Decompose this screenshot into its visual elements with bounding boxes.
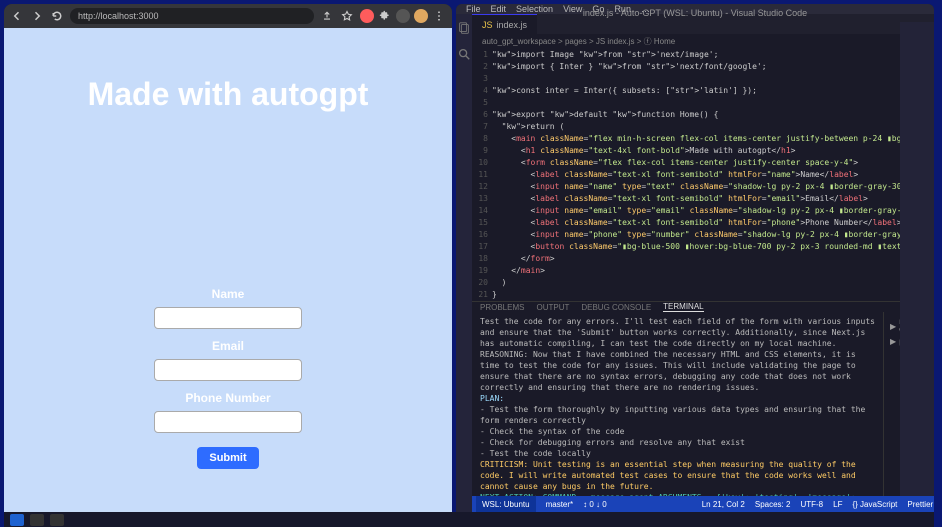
submit-button[interactable]: Submit: [197, 447, 259, 469]
panel-tabs: PROBLEMS OUTPUT DEBUG CONSOLE TERMINAL: [472, 302, 934, 312]
taskbar-item[interactable]: [10, 514, 24, 526]
forward-icon[interactable]: [30, 9, 44, 23]
shell-icon: ▶: [890, 322, 896, 331]
phone-input[interactable]: [154, 411, 302, 433]
status-spaces[interactable]: Spaces: 2: [755, 500, 791, 509]
status-lang[interactable]: {} JavaScript: [852, 500, 897, 509]
explorer-icon[interactable]: [456, 20, 472, 36]
tab-problems[interactable]: PROBLEMS: [480, 303, 524, 312]
menu-view[interactable]: View: [563, 4, 582, 14]
taskbar: [4, 512, 934, 527]
reload-icon[interactable]: [50, 9, 64, 23]
status-branch[interactable]: master*: [546, 500, 574, 509]
status-ln[interactable]: Ln 21, Col 2: [702, 500, 745, 509]
terminal[interactable]: Test the code for any errors. I'll test …: [472, 312, 883, 512]
status-enc[interactable]: UTF-8: [800, 500, 823, 509]
name-input[interactable]: [154, 307, 302, 329]
browser-window: http://localhost:3000 Made with autogpt …: [4, 4, 452, 512]
activity-bar: [456, 14, 472, 512]
search-icon[interactable]: [456, 46, 472, 62]
taskbar-item[interactable]: [50, 514, 64, 526]
page-title: Made with autogpt: [88, 76, 369, 113]
url-bar[interactable]: http://localhost:3000: [70, 8, 314, 24]
extension-icon[interactable]: [360, 9, 374, 23]
vscode-window: File Edit Selection View Go Run … index.…: [456, 4, 934, 512]
form: Name Email Phone Number Submit: [154, 283, 302, 469]
taskbar-item[interactable]: [30, 514, 44, 526]
browser-toolbar: http://localhost:3000: [4, 4, 452, 28]
menu-edit[interactable]: Edit: [491, 4, 507, 14]
phone-label: Phone Number: [185, 391, 270, 405]
page-content: Made with autogpt Name Email Phone Numbe…: [4, 28, 452, 512]
menu-icon[interactable]: [432, 9, 446, 23]
email-input[interactable]: [154, 359, 302, 381]
extension-icon[interactable]: [396, 9, 410, 23]
status-prettier[interactable]: Prettier: [907, 500, 933, 509]
panel: PROBLEMS OUTPUT DEBUG CONSOLE TERMINAL T…: [472, 301, 934, 496]
star-icon[interactable]: [340, 9, 354, 23]
menu-selection[interactable]: Selection: [516, 4, 553, 14]
tab-output[interactable]: OUTPUT: [536, 303, 569, 312]
vscode-title: index.js - Auto-GPT (WSL: Ubuntu) - Visu…: [583, 4, 807, 22]
activity-bar-right: [900, 22, 934, 496]
code-editor[interactable]: 123456789101112131415161718192021 "kw">i…: [472, 49, 934, 301]
puzzle-icon[interactable]: [378, 9, 392, 23]
status-wsl[interactable]: WSL: Ubuntu: [476, 496, 536, 512]
avatar-icon[interactable]: [414, 9, 428, 23]
editor-area: JSindex.js auto_gpt_workspace > pages > …: [472, 14, 934, 512]
share-icon[interactable]: [320, 9, 334, 23]
status-bar: WSL: Ubuntu master* ↕ 0 ↓ 0 Ln 21, Col 2…: [472, 496, 934, 512]
breadcrumb[interactable]: auto_gpt_workspace > pages > JS index.js…: [472, 34, 934, 49]
tab-debug[interactable]: DEBUG CONSOLE: [581, 303, 651, 312]
email-label: Email: [212, 339, 244, 353]
status-eol[interactable]: LF: [833, 500, 842, 509]
tab-terminal[interactable]: TERMINAL: [663, 302, 703, 312]
shell-icon: ▶: [890, 337, 896, 346]
tab-indexjs[interactable]: JSindex.js: [472, 14, 537, 34]
back-icon[interactable]: [10, 9, 24, 23]
name-label: Name: [212, 287, 245, 301]
menu-file[interactable]: File: [466, 4, 481, 14]
status-sync[interactable]: ↕ 0 ↓ 0: [583, 500, 607, 509]
